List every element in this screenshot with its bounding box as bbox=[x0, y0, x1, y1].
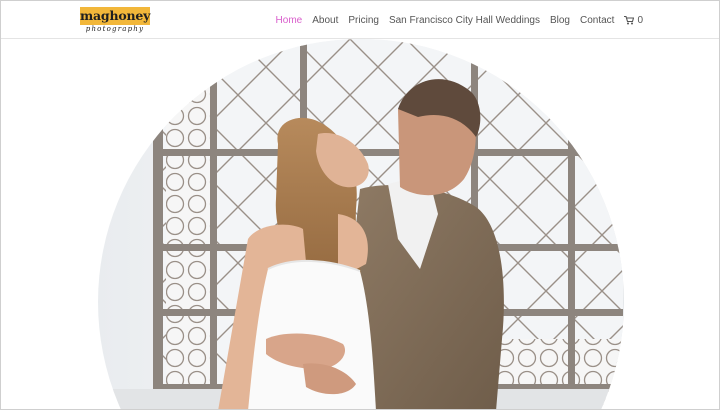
nav-item-contact[interactable]: Contact bbox=[580, 15, 614, 26]
hero-photo bbox=[98, 39, 624, 409]
nav-item-about[interactable]: About bbox=[312, 15, 338, 26]
site-header: maghoney photography Home About Pricing … bbox=[1, 1, 719, 39]
shopping-cart-icon bbox=[624, 15, 635, 24]
logo-title: maghoney bbox=[80, 8, 151, 23]
main-nav: Home About Pricing San Francisco City Ha… bbox=[276, 13, 643, 27]
nav-item-city-hall-weddings[interactable]: San Francisco City Hall Weddings bbox=[389, 15, 540, 26]
nav-item-home[interactable]: Home bbox=[276, 15, 303, 26]
nav-item-pricing[interactable]: Pricing bbox=[348, 15, 379, 26]
cart-count: 0 bbox=[637, 14, 643, 26]
logo-subtitle: photography bbox=[85, 25, 145, 33]
hero-image bbox=[98, 39, 624, 409]
nav-item-blog[interactable]: Blog bbox=[550, 15, 570, 26]
cart-button[interactable]: 0 bbox=[624, 15, 643, 26]
site-logo[interactable]: maghoney photography bbox=[80, 7, 150, 35]
browser-viewport: maghoney photography Home About Pricing … bbox=[0, 0, 720, 410]
